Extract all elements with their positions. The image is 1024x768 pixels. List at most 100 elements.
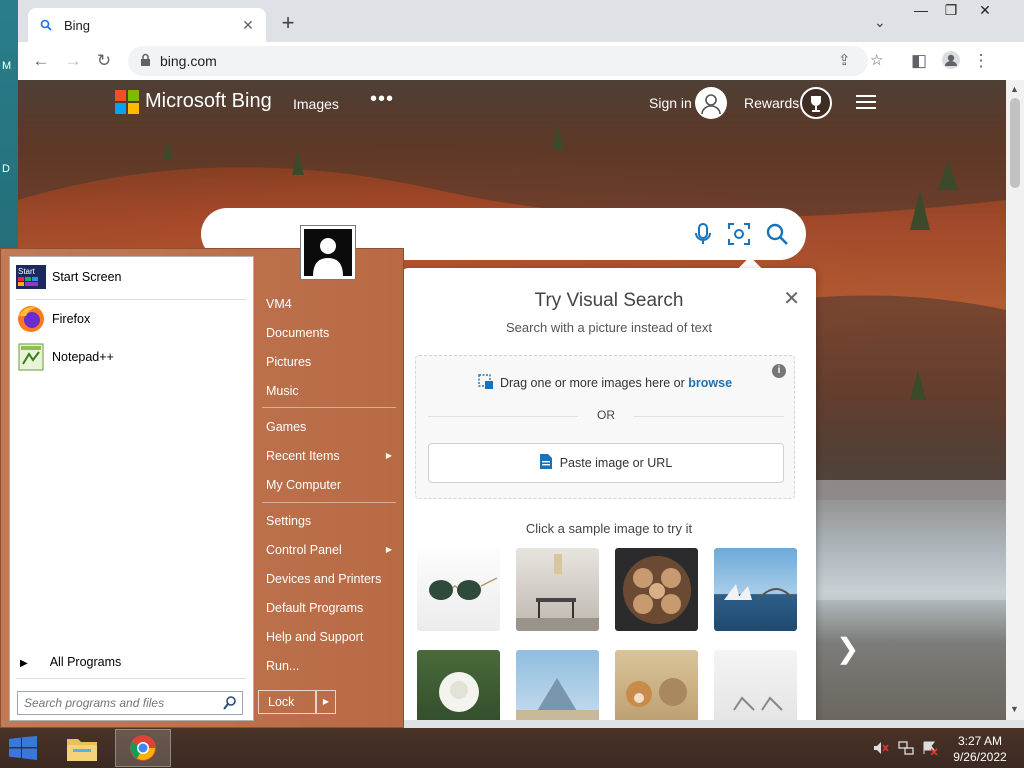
url-text: bing.com	[160, 53, 217, 69]
close-tab-icon[interactable]: ✕	[240, 17, 256, 34]
share-icon[interactable]: ⇪	[838, 51, 851, 69]
profile-icon[interactable]	[940, 50, 962, 72]
start-item-help-support[interactable]: Help and Support	[258, 626, 396, 648]
browser-toolbar: ← → ↻ bing.com ⇪ ☆ ◧ ⋮	[18, 42, 1024, 80]
menu-kebab-icon[interactable]: ⋮	[970, 50, 992, 72]
trophy-icon[interactable]	[800, 87, 832, 119]
visual-search-subtitle: Search with a picture instead of text	[506, 320, 712, 335]
brand-title[interactable]: Microsoft Bing	[145, 90, 272, 113]
side-panel-icon[interactable]: ◧	[908, 50, 930, 72]
user-account-picture[interactable]	[300, 225, 356, 280]
lock-button[interactable]: Lock	[258, 690, 316, 714]
or-label: OR	[597, 408, 615, 422]
close-window-button[interactable]: ✕	[970, 2, 1000, 19]
chevron-down-icon[interactable]: ⌄	[874, 14, 886, 31]
start-item-run[interactable]: Run...	[258, 655, 396, 677]
clock-time: 3:27 AM	[957, 734, 1003, 748]
start-search-input[interactable]	[18, 692, 216, 714]
drop-image-icon	[478, 374, 493, 389]
microphone-icon[interactable]	[689, 220, 717, 248]
or-divider: OR	[428, 408, 784, 424]
lock-icon	[141, 53, 150, 66]
divider	[262, 502, 396, 503]
search-icon[interactable]	[222, 695, 238, 711]
browse-link[interactable]: browse	[688, 376, 732, 390]
chevron-right-icon[interactable]: ❯	[836, 632, 859, 665]
start-item-settings[interactable]: Settings	[258, 510, 396, 532]
forward-button[interactable]: →	[62, 50, 84, 72]
volume-muted-icon[interactable]	[873, 741, 889, 755]
back-button[interactable]: ←	[30, 50, 52, 72]
visual-search-panel: Try Visual Search Search with a picture …	[402, 268, 816, 720]
desktop-label-d: D	[2, 163, 10, 175]
avatar-icon[interactable]	[695, 87, 727, 119]
maximize-button[interactable]: ❐	[936, 2, 966, 19]
action-center-icon[interactable]	[922, 741, 938, 755]
divider	[16, 678, 246, 679]
taskbar-file-explorer[interactable]	[54, 729, 110, 767]
start-button-windows-icon[interactable]	[9, 736, 37, 760]
pinned-label: Start Screen	[52, 270, 122, 284]
sample-image-dogs[interactable]	[615, 650, 698, 720]
bookmark-star-icon[interactable]: ☆	[870, 51, 883, 69]
control-panel-label: Control Panel	[266, 543, 342, 557]
start-item-control-panel[interactable]: Control Panel ▶	[258, 539, 396, 561]
document-icon	[539, 454, 552, 469]
start-menu-programs-pane: Start Start Screen Firefox Notepad++ ▶ Al…	[9, 256, 254, 721]
sample-image-sunglasses[interactable]	[417, 548, 500, 631]
sample-image-dining-room[interactable]	[516, 548, 599, 631]
system-clock[interactable]: 3:27 AM 9/26/2022	[950, 733, 1010, 765]
pinned-notepadpp[interactable]: Notepad++	[16, 341, 246, 373]
scrollbar-thumb[interactable]	[1010, 98, 1020, 188]
firefox-icon	[16, 304, 46, 334]
visual-search-icon[interactable]	[725, 220, 753, 248]
start-item-music[interactable]: Music	[258, 380, 396, 402]
tab-bing[interactable]: Bing ✕	[28, 8, 266, 42]
lock-options-arrow[interactable]: ▶	[316, 690, 336, 714]
rewards-link[interactable]: Rewards	[744, 95, 799, 111]
start-item-devices-printers[interactable]: Devices and Printers	[258, 568, 396, 590]
reload-button[interactable]: ↻	[93, 50, 115, 72]
start-item-pictures[interactable]: Pictures	[258, 351, 396, 373]
address-bar[interactable]: bing.com ⇪ ☆	[128, 46, 883, 76]
taskbar: 3:27 AM 9/26/2022	[0, 728, 1024, 768]
start-search-field[interactable]	[17, 691, 243, 715]
nav-more-button[interactable]: •••	[370, 88, 394, 111]
start-item-games[interactable]: Games	[258, 416, 396, 438]
tab-title: Bing	[64, 17, 91, 33]
pinned-label: Firefox	[52, 312, 91, 326]
search-icon[interactable]	[763, 220, 791, 248]
start-item-documents[interactable]: Documents	[258, 322, 396, 344]
drop-instructions: Drag one or more images here or browse	[416, 374, 794, 390]
close-icon[interactable]: ✕	[783, 286, 800, 311]
pinned-start-screen[interactable]: Start Start Screen	[16, 261, 246, 293]
sample-image-sydney[interactable]	[714, 548, 797, 631]
pinned-firefox[interactable]: Firefox	[16, 303, 246, 335]
start-item-recent-items[interactable]: Recent Items ▶	[258, 445, 396, 467]
sample-image-rose[interactable]	[417, 650, 500, 720]
hamburger-menu-icon[interactable]	[856, 95, 876, 109]
new-tab-button[interactable]: +	[276, 12, 300, 36]
sign-in-link[interactable]: Sign in	[649, 95, 692, 111]
sample-label: Click a sample image to try it	[525, 521, 693, 536]
sample-image-chairs[interactable]	[714, 650, 797, 720]
microsoft-logo-icon[interactable]	[115, 90, 139, 114]
nav-images-link[interactable]: Images	[293, 96, 339, 112]
all-programs-button[interactable]: ▶ All Programs	[20, 655, 121, 669]
image-drop-zone[interactable]: i Drag one or more images here or browse…	[415, 355, 795, 499]
notepadpp-icon	[16, 342, 46, 372]
search-icon	[38, 17, 54, 33]
start-item-default-programs[interactable]: Default Programs	[258, 597, 396, 619]
divider	[16, 299, 246, 300]
start-item-vm4[interactable]: VM4	[258, 293, 396, 315]
desktop-label-m: M	[2, 60, 12, 72]
sample-image-louvre[interactable]	[516, 650, 599, 720]
triangle-right-icon: ▶	[385, 451, 392, 460]
start-item-my-computer[interactable]: My Computer	[258, 474, 396, 496]
network-icon[interactable]	[898, 741, 914, 755]
page-scrollbar[interactable]: ▲ ▼	[1006, 80, 1024, 720]
minimize-button[interactable]: —	[906, 2, 936, 18]
sample-image-latte-art[interactable]	[615, 548, 698, 631]
taskbar-chrome[interactable]	[115, 729, 171, 767]
paste-image-button[interactable]: Paste image or URL	[428, 443, 784, 483]
